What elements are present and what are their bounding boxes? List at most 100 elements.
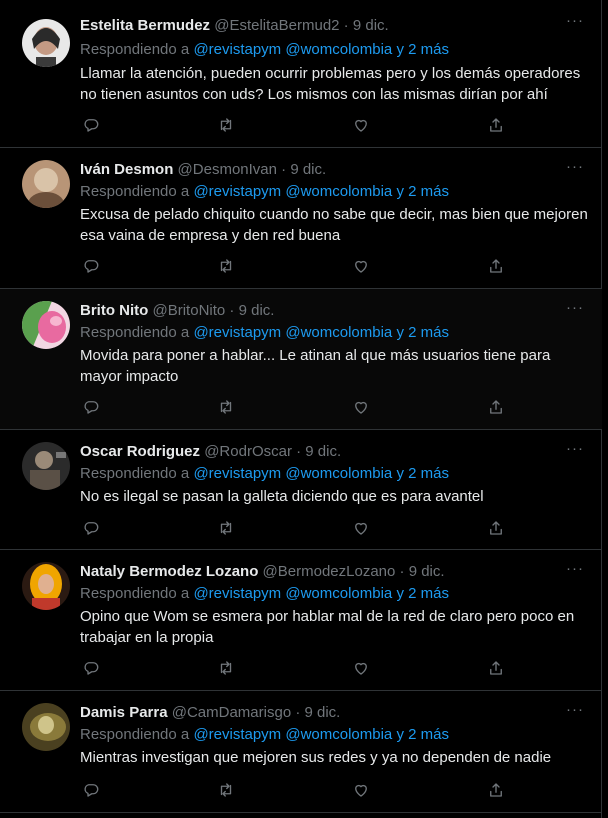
separator: · bbox=[343, 17, 349, 34]
retweet-icon[interactable] bbox=[215, 255, 237, 277]
more-options-icon[interactable]: ··· bbox=[564, 158, 586, 180]
share-icon[interactable] bbox=[485, 255, 507, 277]
separator: · bbox=[281, 161, 287, 178]
replying-to-mentions[interactable]: @revistapym @womcolombia y 2 más bbox=[193, 465, 449, 482]
author-name[interactable]: Damis Parra bbox=[80, 704, 168, 721]
tweet-actions bbox=[80, 517, 510, 539]
replying-to: Respondiendo a @revistapym @womcolombia … bbox=[80, 584, 449, 604]
replying-to-mentions[interactable]: @revistapym @womcolombia y 2 más bbox=[193, 726, 449, 743]
more-options-icon[interactable]: ··· bbox=[564, 299, 586, 321]
tweet-date[interactable]: 9 dic. bbox=[305, 704, 341, 721]
more-options-icon[interactable]: ··· bbox=[564, 440, 586, 462]
replies-feed: Estelita Bermudez @EstelitaBermud2 · 9 d… bbox=[0, 0, 602, 818]
tweet-text: Mientras investigan que mejoren sus rede… bbox=[80, 749, 552, 766]
reply-icon[interactable] bbox=[80, 779, 102, 801]
tweet-header: Nataly Bermodez Lozano @BermodezLozano ·… bbox=[80, 562, 566, 582]
like-icon[interactable] bbox=[350, 255, 372, 277]
avatar[interactable] bbox=[22, 301, 70, 349]
tweet-actions bbox=[80, 255, 510, 277]
author-name[interactable]: Nataly Bermodez Lozano bbox=[80, 563, 258, 580]
tweet-actions bbox=[80, 657, 510, 679]
author-handle[interactable]: @BermodezLozano bbox=[263, 563, 396, 580]
tweet-date[interactable]: 9 dic. bbox=[409, 563, 445, 580]
avatar[interactable] bbox=[22, 703, 70, 751]
reply-icon[interactable] bbox=[80, 657, 102, 679]
retweet-icon[interactable] bbox=[215, 396, 237, 418]
replying-to: Respondiendo a @revistapym @womcolombia … bbox=[80, 725, 449, 745]
reply-icon[interactable] bbox=[80, 255, 102, 277]
tweet-text: Opino que Wom se esmera por hablar mal d… bbox=[80, 608, 575, 646]
tweet-text: Excusa de pelado chiquito cuando no sabe… bbox=[80, 206, 588, 244]
replying-to-mentions[interactable]: @revistapym @womcolombia y 2 más bbox=[193, 41, 449, 58]
replying-to-label: Respondiendo a bbox=[80, 183, 190, 200]
author-name[interactable]: Estelita Bermudez bbox=[80, 17, 210, 34]
tweet-header: Estelita Bermudez @EstelitaBermud2 · 9 d… bbox=[80, 16, 566, 36]
avatar[interactable] bbox=[22, 19, 70, 67]
share-icon[interactable] bbox=[485, 396, 507, 418]
more-options-icon[interactable]: ··· bbox=[564, 12, 586, 34]
tweet-header: Damis Parra @CamDamarisgo · 9 dic. bbox=[80, 703, 566, 723]
replying-to-label: Respondiendo a bbox=[80, 465, 190, 482]
tweet-text: Llamar la atención, pueden ocurrir probl… bbox=[80, 65, 581, 103]
tweet-text: Movida para poner a hablar... Le atinan … bbox=[80, 347, 551, 385]
author-name[interactable]: Oscar Rodriguez bbox=[80, 443, 200, 460]
author-handle[interactable]: @RodrOscar bbox=[204, 443, 292, 460]
replying-to-mentions[interactable]: @revistapym @womcolombia y 2 más bbox=[193, 183, 449, 200]
replying-to-label: Respondiendo a bbox=[80, 726, 190, 743]
tweet-actions bbox=[80, 396, 510, 418]
tweet[interactable]: Nataly Bermodez Lozano @BermodezLozano ·… bbox=[0, 550, 602, 691]
tweet-actions bbox=[80, 779, 510, 801]
like-icon[interactable] bbox=[350, 779, 372, 801]
tweet-date[interactable]: 9 dic. bbox=[305, 443, 341, 460]
replying-to-label: Respondiendo a bbox=[80, 41, 190, 58]
like-icon[interactable] bbox=[350, 396, 372, 418]
replying-to-label: Respondiendo a bbox=[80, 324, 190, 341]
separator: · bbox=[229, 302, 235, 319]
tweet-date[interactable]: 9 dic. bbox=[353, 17, 389, 34]
share-icon[interactable] bbox=[485, 779, 507, 801]
tweet[interactable]: Oscar Rodriguez @RodrOscar · 9 dic. ··· … bbox=[0, 430, 602, 550]
share-icon[interactable] bbox=[485, 114, 507, 136]
tweet-date[interactable]: 9 dic. bbox=[290, 161, 326, 178]
tweet[interactable]: Damis Parra @CamDamarisgo · 9 dic. ··· R… bbox=[0, 691, 602, 813]
tweet-header: Iván Desmon @DesmonIvan · 9 dic. bbox=[80, 160, 566, 180]
tweet[interactable]: Iván Desmon @DesmonIvan · 9 dic. ··· Res… bbox=[0, 148, 602, 289]
tweet[interactable]: Brito Nito @BritoNito · 9 dic. ··· Respo… bbox=[0, 289, 602, 430]
avatar[interactable] bbox=[22, 442, 70, 490]
replying-to-mentions[interactable]: @revistapym @womcolombia y 2 más bbox=[193, 324, 449, 341]
replying-to-mentions[interactable]: @revistapym @womcolombia y 2 más bbox=[193, 585, 449, 602]
author-name[interactable]: Brito Nito bbox=[80, 302, 148, 319]
replying-to: Respondiendo a @revistapym @womcolombia … bbox=[80, 40, 449, 60]
author-handle[interactable]: @DesmonIvan bbox=[178, 161, 277, 178]
like-icon[interactable] bbox=[350, 517, 372, 539]
share-icon[interactable] bbox=[485, 517, 507, 539]
reply-icon[interactable] bbox=[80, 396, 102, 418]
author-handle[interactable]: @BritoNito bbox=[153, 302, 226, 319]
avatar[interactable] bbox=[22, 160, 70, 208]
avatar[interactable] bbox=[22, 562, 70, 610]
reply-icon[interactable] bbox=[80, 114, 102, 136]
separator: · bbox=[399, 563, 405, 580]
retweet-icon[interactable] bbox=[215, 779, 237, 801]
more-options-icon[interactable]: ··· bbox=[564, 560, 586, 582]
author-name[interactable]: Iván Desmon bbox=[80, 161, 173, 178]
reply-icon[interactable] bbox=[80, 517, 102, 539]
retweet-icon[interactable] bbox=[215, 517, 237, 539]
tweet[interactable]: Estelita Bermudez @EstelitaBermud2 · 9 d… bbox=[0, 0, 602, 148]
retweet-icon[interactable] bbox=[215, 657, 237, 679]
author-handle[interactable]: @CamDamarisgo bbox=[172, 704, 291, 721]
tweet-header: Brito Nito @BritoNito · 9 dic. bbox=[80, 301, 566, 321]
tweet-date[interactable]: 9 dic. bbox=[239, 302, 275, 319]
share-icon[interactable] bbox=[485, 657, 507, 679]
like-icon[interactable] bbox=[350, 657, 372, 679]
separator: · bbox=[296, 443, 302, 460]
replying-to: Respondiendo a @revistapym @womcolombia … bbox=[80, 464, 449, 484]
more-options-icon[interactable]: ··· bbox=[564, 701, 586, 723]
replying-to: Respondiendo a @revistapym @womcolombia … bbox=[80, 323, 449, 343]
separator: · bbox=[295, 704, 301, 721]
author-handle[interactable]: @EstelitaBermud2 bbox=[214, 17, 339, 34]
tweet-text: No es ilegal se pasan la galleta diciend… bbox=[80, 488, 484, 505]
retweet-icon[interactable] bbox=[215, 114, 237, 136]
replying-to: Respondiendo a @revistapym @womcolombia … bbox=[80, 182, 449, 202]
like-icon[interactable] bbox=[350, 114, 372, 136]
